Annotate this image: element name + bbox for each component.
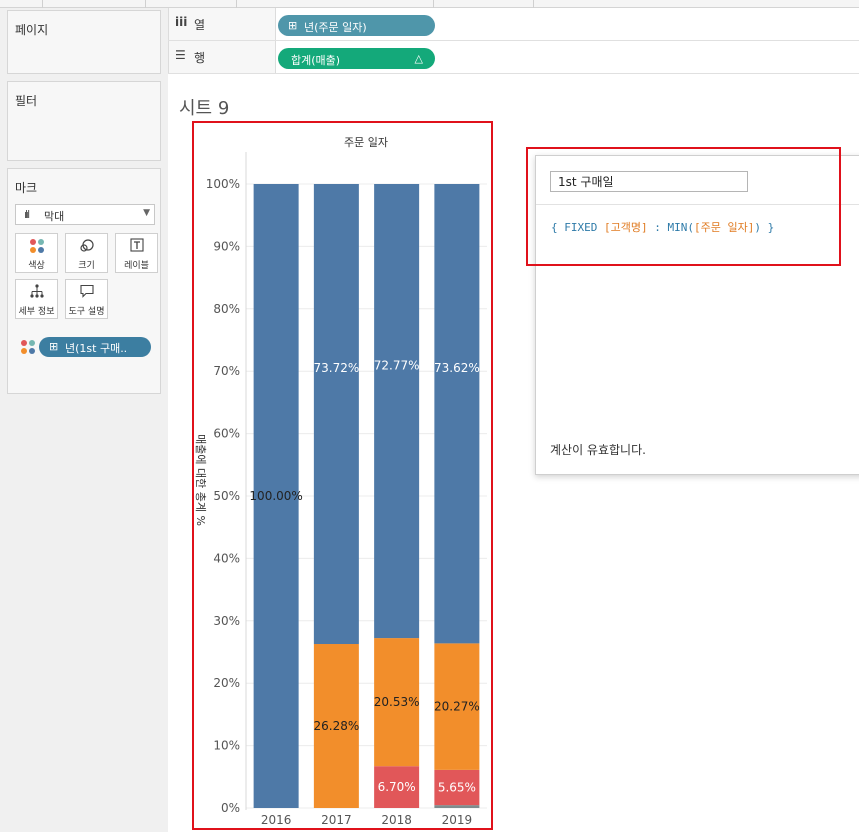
calc-highlight-box bbox=[526, 147, 841, 266]
chart-highlight-box bbox=[192, 121, 493, 830]
calc-status-message: 계산이 유효합니다. bbox=[550, 443, 646, 457]
